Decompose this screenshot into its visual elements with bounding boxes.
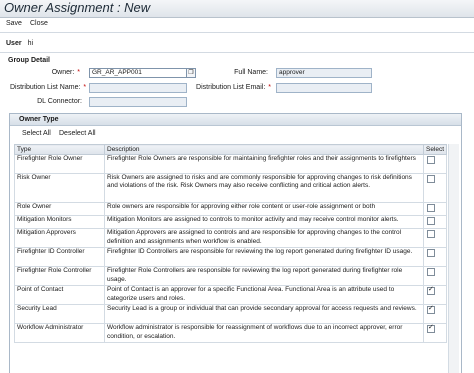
row-description: Point of Contact is an approver for a sp… <box>104 285 424 306</box>
table-row: Firefighter ID Controller Firefighter ID… <box>14 247 447 268</box>
row-description: Firefighter ID Controllers are responsib… <box>104 247 424 268</box>
select-checkbox[interactable] <box>427 175 435 183</box>
table-row: Mitigation Approvers Mitigation Approver… <box>14 228 447 249</box>
row-description: Role owners are responsible for approvin… <box>104 201 424 217</box>
row-type: Risk Owner <box>14 173 105 203</box>
row-description: Mitigation Approvers are assigned to con… <box>104 228 424 249</box>
dist-list-email-input[interactable] <box>276 83 372 93</box>
table-row: Mitigation Monitors Mitigation Monitors … <box>14 215 447 230</box>
row-description: Mitigation Monitors are assigned to cont… <box>104 215 424 230</box>
select-checkbox[interactable] <box>427 249 435 258</box>
row-type: Firefighter Role Controller <box>14 266 105 287</box>
row-type: Firefighter ID Controller <box>14 247 105 268</box>
user-divider <box>0 52 474 53</box>
dl-connector-input[interactable] <box>89 97 187 107</box>
dist-list-email-required-marker: * <box>268 84 271 91</box>
dist-list-email-label: Distribution List Email: <box>196 84 266 91</box>
row-description: Security Lead is a group or individual t… <box>104 304 424 325</box>
close-button[interactable]: Close <box>30 20 48 27</box>
select-all-button[interactable]: Select All <box>22 130 51 137</box>
owner-type-panel: Owner Type Select All Deselect All Type … <box>9 113 462 373</box>
table-row: Workflow Administrator Workflow administ… <box>14 323 447 344</box>
table-row: Firefighter Role Owner Firefighter Role … <box>14 154 447 174</box>
owner-required-marker: * <box>77 69 80 76</box>
title-bar: Owner Assignment : New <box>0 0 474 18</box>
select-checkbox[interactable] <box>427 287 435 296</box>
toolbar: Save Close <box>0 18 474 30</box>
full-name-field: approver <box>276 68 372 78</box>
dist-list-name-input[interactable] <box>89 83 187 93</box>
dist-list-name-required-marker: * <box>83 84 87 91</box>
full-name-label: Full Name: <box>234 69 268 76</box>
select-checkbox[interactable] <box>427 204 435 212</box>
row-type: Security Lead <box>14 304 105 325</box>
owner-label: Owner: <box>51 69 75 76</box>
table-row: Firefighter Role Controller Firefighter … <box>14 266 447 287</box>
dist-list-name-label: Distribution List Name: <box>10 84 81 91</box>
row-type: Mitigation Monitors <box>14 215 105 230</box>
owner-label-wrap: Owner: * <box>50 69 80 76</box>
owner-type-heading: Owner Type <box>19 116 59 123</box>
row-description: Firefighter Role Controllers are respons… <box>104 266 424 287</box>
group-detail-heading: Group Detail <box>8 57 51 64</box>
owner-value-help-icon[interactable]: ❐ <box>186 68 196 78</box>
column-header-select: Select <box>423 144 447 155</box>
dist-list-email-label-wrap: Distribution List Email: * <box>196 84 271 91</box>
table-row: Risk Owner Risk Owners are assigned to r… <box>14 173 447 203</box>
row-type: Point of Contact <box>14 285 105 306</box>
row-type: Role Owner <box>14 201 105 217</box>
dl-connector-label: DL Connector: <box>37 98 82 105</box>
table-row: Role Owner Role owners are responsible f… <box>14 201 447 217</box>
row-description: Firefighter Role Owners are responsible … <box>104 154 424 174</box>
select-checkbox[interactable] <box>427 268 435 277</box>
row-description: Workflow administrator is responsible fo… <box>104 323 424 344</box>
row-type: Mitigation Approvers <box>14 228 105 249</box>
column-header-type: Type <box>14 144 105 155</box>
user-value: hi <box>27 40 34 47</box>
select-checkbox[interactable] <box>427 230 435 239</box>
row-description: Risk Owners are assigned to risks and ar… <box>104 173 424 203</box>
deselect-all-button[interactable]: Deselect All <box>59 130 96 137</box>
owner-input[interactable]: GR_AR_APP001 <box>89 68 187 78</box>
select-checkbox[interactable] <box>427 325 435 334</box>
toolbar-divider <box>0 32 474 33</box>
selection-toolbar: Select All Deselect All <box>10 127 461 141</box>
owner-type-table: Type Description Select Firefighter Role… <box>14 144 447 344</box>
row-type: Firefighter Role Owner <box>14 154 105 174</box>
select-checkbox[interactable] <box>427 156 435 164</box>
column-header-description: Description <box>104 144 424 155</box>
owner-type-header: Owner Type <box>10 114 461 126</box>
table-scrollbar[interactable] <box>448 144 459 373</box>
user-line: User hi <box>6 40 33 47</box>
select-checkbox[interactable] <box>427 217 435 226</box>
user-label: User <box>6 40 22 47</box>
window-title: Owner Assignment : New <box>4 0 151 15</box>
row-type: Workflow Administrator <box>14 323 105 344</box>
select-checkbox[interactable] <box>427 306 435 315</box>
table-row: Security Lead Security Lead is a group o… <box>14 304 447 325</box>
save-button[interactable]: Save <box>6 20 22 27</box>
table-row: Point of Contact Point of Contact is an … <box>14 285 447 306</box>
table-header-row: Type Description Select <box>14 144 447 155</box>
dist-list-name-label-wrap: Distribution List Name: * <box>10 84 87 91</box>
